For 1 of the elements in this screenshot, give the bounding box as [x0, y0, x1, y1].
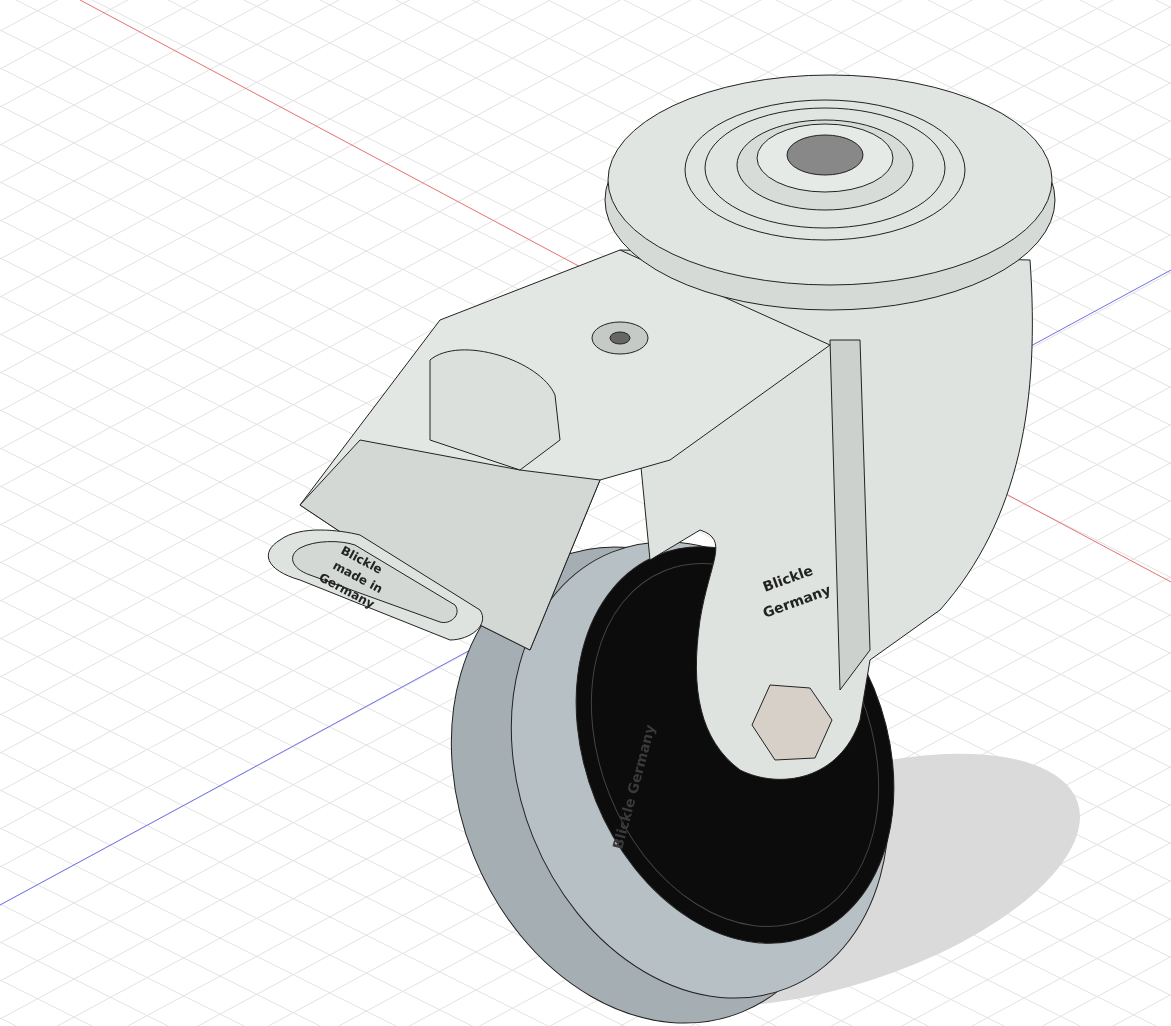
caster-wheel-drawing[interactable]: [267, 74, 1080, 1024]
